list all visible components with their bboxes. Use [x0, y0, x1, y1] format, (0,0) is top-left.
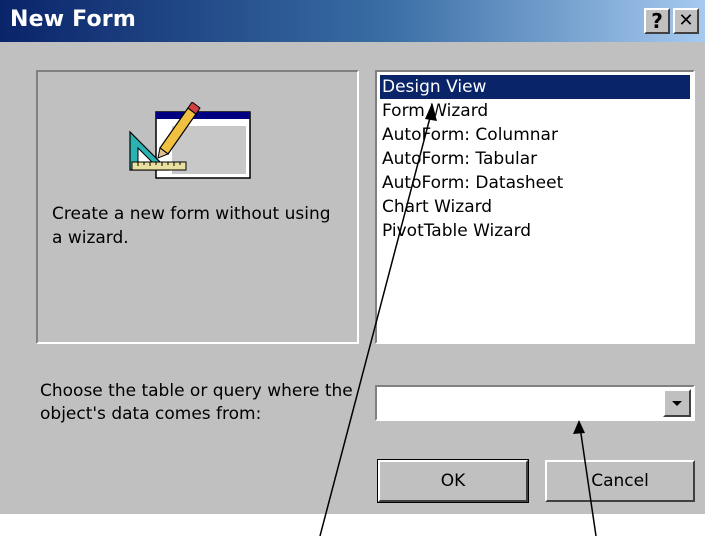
preview-description: Create a new form without using a wizard…	[52, 204, 331, 248]
form-design-icon	[129, 102, 251, 179]
list-item[interactable]: PivotTable Wizard	[380, 219, 690, 243]
list-item[interactable]: AutoForm: Datasheet	[380, 171, 690, 195]
cancel-button[interactable]: Cancel	[545, 460, 695, 502]
new-form-dialog: New Form ? ✕ Create a new form without u…	[0, 0, 705, 514]
close-button[interactable]: ✕	[673, 8, 699, 34]
list-item[interactable]: Design View	[380, 75, 690, 99]
preview-panel: Create a new form without using a wizard…	[36, 70, 359, 344]
list-item[interactable]: Form Wizard	[380, 99, 690, 123]
source-label: Choose the table or query where the obje…	[40, 381, 353, 424]
help-button[interactable]: ?	[644, 8, 670, 34]
source-combobox[interactable]	[375, 385, 695, 421]
list-item[interactable]: AutoForm: Columnar	[380, 123, 690, 147]
chevron-down-icon	[672, 401, 682, 406]
ok-button[interactable]: OK	[377, 459, 529, 503]
list-item[interactable]: Chart Wizard	[380, 195, 690, 219]
form-type-list[interactable]: Design View Form Wizard AutoForm: Columnar…	[375, 70, 695, 344]
dropdown-button[interactable]	[663, 389, 691, 417]
list-item[interactable]: AutoForm: Tabular	[380, 147, 690, 171]
title-bar[interactable]: New Form ? ✕	[0, 0, 705, 42]
window-title: New Form	[10, 7, 136, 32]
